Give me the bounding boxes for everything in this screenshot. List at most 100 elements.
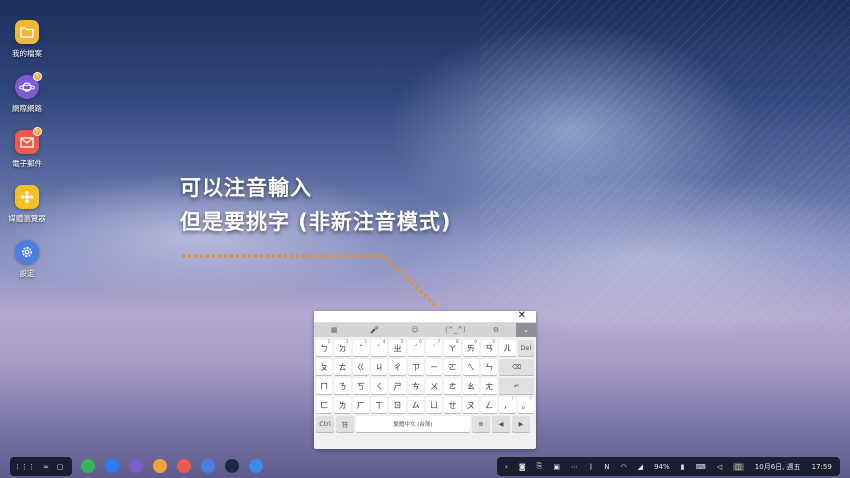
key-label: ㄝ [448, 400, 457, 410]
keyboard-icon[interactable]: ⌨ [696, 463, 706, 471]
screenshot-icon[interactable]: ⎘ [537, 462, 543, 471]
symbol-key[interactable]: 符 [336, 416, 354, 432]
settings-gear-icon[interactable] [201, 459, 215, 473]
key-label: ㄜ [448, 381, 457, 391]
keyboard-key[interactable]: ˋ4 [370, 340, 388, 356]
volume-icon[interactable]: ◁ [717, 463, 722, 471]
keyboard-key[interactable]: ㄩ [425, 397, 443, 413]
keyboard-key[interactable]: ㄧ [426, 359, 443, 375]
keyboard-key[interactable]: ㄥ [480, 397, 498, 413]
globe-icon[interactable]: ⊕ [472, 416, 490, 432]
key-sub-label: 4 [382, 340, 386, 345]
keyboard-key[interactable]: ㄋ [334, 378, 351, 394]
keyboard-key[interactable]: ㄈ [316, 397, 333, 413]
messenger-icon[interactable] [105, 459, 119, 473]
battery-percent: 94% [654, 462, 670, 471]
keyboard-key[interactable]: ㄕ [389, 378, 406, 394]
keyboard-key[interactable]: ㄆ [316, 359, 333, 375]
camera-icon[interactable] [249, 459, 263, 473]
keyboard-key[interactable]: ㄚ8 [444, 340, 461, 356]
keyboard-toolbar: ▦ 🎤 ☺ (^_^) ⚙ ⌄ [314, 323, 537, 337]
keyboard-key[interactable]: ↵ [499, 378, 534, 394]
keyboard-key[interactable]: ㄡ [462, 397, 479, 413]
keyboard-key[interactable]: ㄜ [444, 378, 461, 394]
keyboard-header: ✕ [314, 310, 536, 323]
phone-icon[interactable] [81, 459, 95, 473]
email-icon[interactable] [177, 459, 191, 473]
keyboard-key[interactable]: 。? [517, 397, 534, 413]
keyboard-key[interactable]: ㄊ [334, 359, 351, 375]
speedometer-icon[interactable] [225, 459, 239, 473]
system-tray: › ◙ ⎘ ▣ ⋯ ᛒ N ◠ ◢ 94% ▮ ⌨ ◁ ◫ 10月6日, 週五 … [497, 457, 840, 476]
microphone-icon[interactable]: 🎤 [354, 323, 394, 337]
keyboard-key[interactable]: ㄌ [334, 397, 351, 413]
gallery-icon[interactable]: ▣ [553, 463, 560, 471]
keyboard-layout-icon[interactable]: ▦ [314, 323, 354, 337]
keyboard-key[interactable]: ㄦ [499, 340, 516, 356]
key-label: ㄘ [411, 381, 420, 391]
keyboard-key[interactable]: ㄐ [371, 359, 388, 375]
keyboard-key[interactable]: ˊ6 [407, 340, 424, 356]
keyboard-key[interactable]: Del [517, 340, 534, 356]
gallery-flower-icon[interactable] [153, 459, 167, 473]
keyboard-key[interactable]: ㄞ9 [462, 340, 479, 356]
keyboard-key[interactable]: ㄓ5 [389, 340, 406, 356]
keyboard-key[interactable]: ㄅ1 [316, 340, 333, 356]
keyboard-key[interactable]: ㄝ [444, 397, 461, 413]
settings-gear-icon[interactable]: ⚙ [476, 323, 516, 337]
ctrl-key[interactable]: Ctrl [316, 416, 334, 432]
key-sub-label: ! [511, 397, 514, 402]
key-label: ㄗ [411, 362, 420, 372]
key-label: ㄡ [466, 400, 475, 410]
emoticon-button[interactable]: (^_^) [435, 323, 475, 337]
more-icon[interactable]: ⋯ [571, 463, 578, 471]
keyboard-key[interactable]: ⌫ [499, 359, 534, 375]
camera-icon[interactable]: ◙ [519, 463, 526, 471]
expand-tray-icon[interactable]: › [505, 463, 508, 471]
key-label: ㄋ [338, 381, 347, 391]
key-sub-label: 7 [437, 340, 441, 345]
keyboard-key[interactable]: ㄎ [352, 378, 370, 394]
keyboard-key[interactable]: ㄗ [407, 359, 425, 375]
close-icon[interactable]: ✕ [518, 310, 526, 321]
keyboard-key[interactable]: ㄏ [352, 397, 369, 413]
multi-window-icon[interactable]: ▢ [57, 463, 64, 471]
key-label: ⌫ [512, 363, 522, 371]
internet-planet-icon[interactable] [129, 459, 143, 473]
recent-apps-icon[interactable]: ≈ [43, 463, 49, 471]
key-row: ㄆㄊㄍㄐㄔㄗㄧㄛㄟㄣ ⌫ [316, 359, 534, 375]
grid-icon[interactable]: ⋮⋮⋮ [14, 463, 35, 471]
keyboard-key[interactable]: ㄉ2 [334, 340, 351, 356]
keyboard-key[interactable]: ㄇ [316, 378, 333, 394]
keyboard-key[interactable]: ㄤ [481, 378, 498, 394]
keyboard-key[interactable]: ˇ3 [352, 340, 369, 356]
keyboard-key[interactable]: ㄠ [462, 378, 480, 394]
keyboard-key[interactable]: ㄟ [462, 359, 480, 375]
keyboard-key[interactable]: ㄙ [407, 397, 424, 413]
key-label: ㄒ [375, 400, 384, 410]
keyboard-key[interactable]: ㄒ [370, 397, 388, 413]
keyboard-key[interactable]: ㄣ [481, 359, 498, 375]
space-key[interactable]: 繁體中文 (台灣) [356, 416, 470, 432]
key-label: ㄧ [430, 362, 439, 372]
key-label: ㄍ [356, 362, 365, 372]
keyboard-key[interactable]: ㄘ [407, 378, 425, 394]
key-label: ㄈ [320, 400, 329, 410]
signal-icon: ◢ [637, 462, 644, 471]
arrow-right-icon[interactable]: ▶ [512, 416, 530, 432]
emoji-icon[interactable]: ☺ [395, 323, 435, 337]
key-label: ㄌ [338, 400, 347, 410]
arrow-left-icon[interactable]: ◀ [492, 416, 510, 432]
keyboard-key[interactable]: ㄖ [389, 397, 406, 413]
keyboard-key[interactable]: ，! [499, 397, 516, 413]
keyboard-key[interactable]: ㄔ [389, 359, 406, 375]
keyboard-key[interactable]: ㄍ [352, 359, 370, 375]
floating-keyboard[interactable]: ✕ ▦ 🎤 ☺ (^_^) ⚙ ⌄ ㄅ 1 ㄉ 2 ˇ 3 ˋ 4 ㄓ 5 ˊ 6 ˙ 7 ㄚ 8 ㄞ 9 ㄢ 0 ㄦ D… [314, 310, 537, 449]
dex-icon[interactable]: ◫ [733, 462, 744, 471]
keyboard-key[interactable]: ˙ 7 [425, 340, 443, 356]
keyboard-key[interactable]: ㄑ [371, 378, 388, 394]
keyboard-key[interactable]: ㄢ0 [480, 340, 498, 356]
chevron-down-icon[interactable]: ⌄ [516, 323, 537, 337]
keyboard-key[interactable]: ㄨ [426, 378, 443, 394]
keyboard-key[interactable]: ㄛ [444, 359, 461, 375]
